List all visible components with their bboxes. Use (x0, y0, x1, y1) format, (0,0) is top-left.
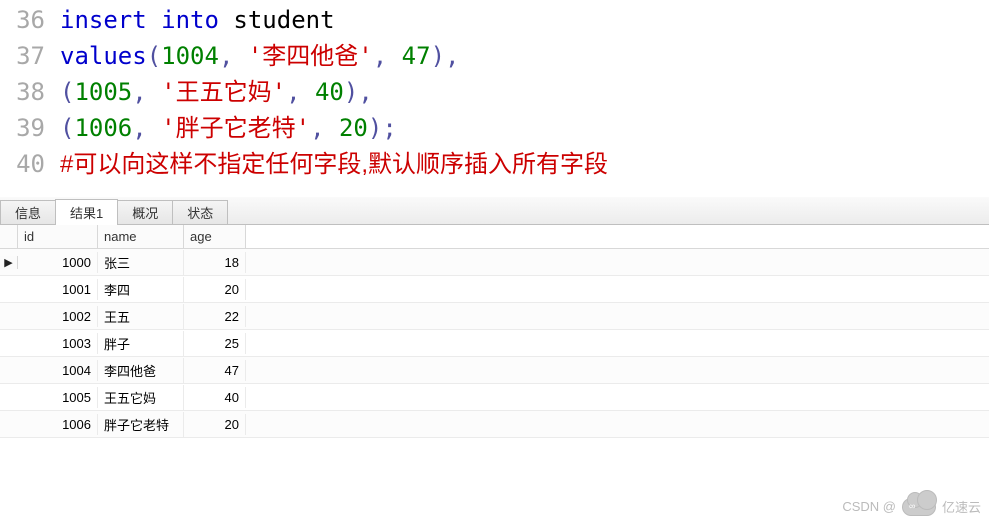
line-number: 40 (0, 146, 60, 182)
cell-name[interactable]: 李四 (98, 277, 184, 302)
current-row-marker-icon: ▶ (4, 256, 12, 269)
code-line[interactable]: 38(1005, '王五它妈', 40), (0, 74, 989, 110)
cell-age[interactable]: 20 (184, 414, 246, 435)
table-row[interactable]: 1006胖子它老特20 (0, 411, 989, 438)
code-tokens[interactable]: #可以向这样不指定任何字段,默认顺序插入所有字段 (60, 146, 608, 183)
cell-id[interactable]: 1005 (18, 387, 98, 408)
row-gutter-header (0, 225, 18, 248)
cell-age[interactable]: 20 (184, 279, 246, 300)
cell-name[interactable]: 李四他爸 (98, 358, 184, 383)
line-number: 36 (0, 2, 60, 38)
cell-name[interactable]: 王五它妈 (98, 385, 184, 410)
cloud-icon: ∞ (902, 498, 936, 516)
table-row[interactable]: 1005王五它妈40 (0, 384, 989, 411)
cell-id[interactable]: 1002 (18, 306, 98, 327)
code-line[interactable]: 40#可以向这样不指定任何字段,默认顺序插入所有字段 (0, 146, 989, 183)
column-header-name[interactable]: name (98, 225, 184, 248)
code-editor[interactable]: 36insert into student37values(1004, '李四他… (0, 0, 989, 191)
cell-id[interactable]: 1003 (18, 333, 98, 354)
result-tabs: 信息结果1概况状态 (0, 197, 989, 225)
line-number: 39 (0, 110, 60, 146)
column-header-id[interactable]: id (18, 225, 98, 248)
code-line[interactable]: 37values(1004, '李四他爸', 47), (0, 38, 989, 74)
cell-name[interactable]: 胖子 (98, 331, 184, 356)
grid-header-row: idnameage (0, 225, 989, 249)
cell-name[interactable]: 王五 (98, 304, 184, 329)
row-gutter: ▶ (0, 256, 18, 269)
code-tokens[interactable]: (1005, '王五它妈', 40), (60, 74, 373, 110)
tab-状态[interactable]: 状态 (172, 200, 228, 224)
cell-id[interactable]: 1006 (18, 414, 98, 435)
cell-id[interactable]: 1000 (18, 252, 98, 273)
code-line[interactable]: 36insert into student (0, 2, 989, 38)
cell-name[interactable]: 张三 (98, 250, 184, 275)
csdn-watermark: CSDN @ (842, 499, 896, 514)
code-tokens[interactable]: values(1004, '李四他爸', 47), (60, 38, 459, 74)
tab-信息[interactable]: 信息 (0, 200, 56, 224)
brand-watermark: 亿速云 (942, 497, 981, 516)
cell-age[interactable]: 22 (184, 306, 246, 327)
table-row[interactable]: 1001李四20 (0, 276, 989, 303)
table-row[interactable]: 1004李四他爸47 (0, 357, 989, 384)
line-number: 37 (0, 38, 60, 74)
column-header-age[interactable]: age (184, 225, 246, 248)
code-line[interactable]: 39(1006, '胖子它老特', 20); (0, 110, 989, 146)
cell-age[interactable]: 47 (184, 360, 246, 381)
table-row[interactable]: 1003胖子25 (0, 330, 989, 357)
watermark: CSDN @ ∞ 亿速云 (842, 497, 981, 516)
table-row[interactable]: 1002王五22 (0, 303, 989, 330)
cell-age[interactable]: 18 (184, 252, 246, 273)
tab-结果1[interactable]: 结果1 (55, 199, 118, 225)
cell-age[interactable]: 40 (184, 387, 246, 408)
line-number: 38 (0, 74, 60, 110)
cell-name[interactable]: 胖子它老特 (98, 412, 184, 437)
code-tokens[interactable]: (1006, '胖子它老特', 20); (60, 110, 397, 146)
cell-id[interactable]: 1001 (18, 279, 98, 300)
result-grid[interactable]: idnameage▶1000张三181001李四201002王五221003胖子… (0, 225, 989, 438)
tab-概况[interactable]: 概况 (117, 200, 173, 224)
code-tokens[interactable]: insert into student (60, 2, 335, 38)
cell-id[interactable]: 1004 (18, 360, 98, 381)
cell-age[interactable]: 25 (184, 333, 246, 354)
table-row[interactable]: ▶ 1000张三18 (0, 249, 989, 276)
